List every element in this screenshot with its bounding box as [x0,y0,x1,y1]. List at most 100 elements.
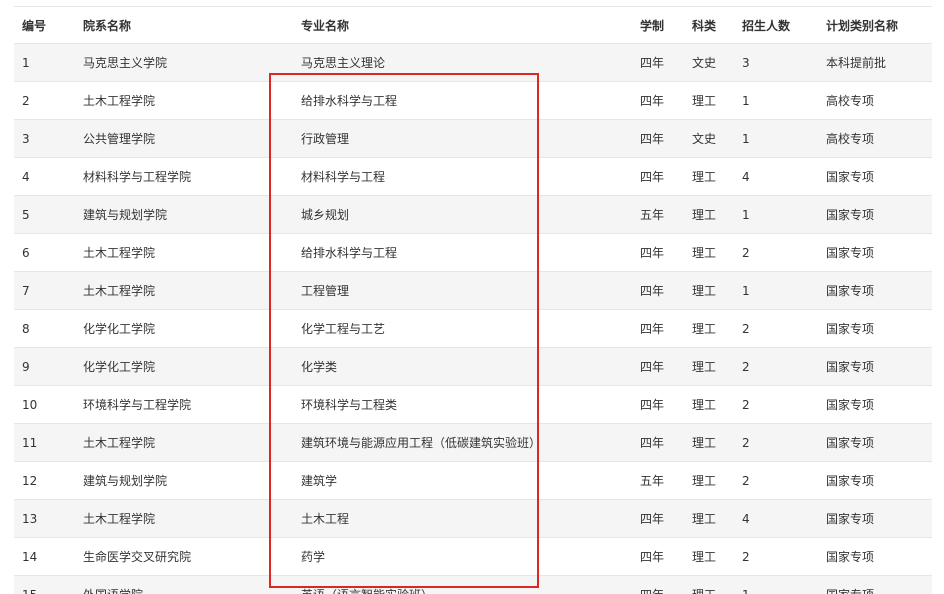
cell-enrollment: 2 [742,309,826,348]
cell-enrollment: 2 [742,461,826,500]
cell-number: 12 [14,461,83,500]
cell-number: 7 [14,271,83,310]
cell-department: 土木工程学院 [83,81,301,120]
cell-plan-type: 本科提前批 [826,43,932,82]
table-row: 7 土木工程学院 工程管理 四年 理工 1 国家专项 [14,271,932,310]
cell-duration: 四年 [640,309,692,348]
cell-department: 建筑与规划学院 [83,195,301,234]
cell-major: 城乡规划 [301,195,640,234]
cell-major: 化学类 [301,347,640,386]
cell-department: 生命医学交叉研究院 [83,537,301,576]
cell-department: 建筑与规划学院 [83,461,301,500]
cell-category: 理工 [692,537,742,576]
cell-category: 理工 [692,81,742,120]
cell-enrollment: 1 [742,195,826,234]
cell-plan-type: 国家专项 [826,233,932,272]
cell-major: 行政管理 [301,119,640,158]
cell-department: 材料科学与工程学院 [83,157,301,196]
cell-duration: 四年 [640,233,692,272]
cell-enrollment: 2 [742,385,826,424]
cell-major: 建筑环境与能源应用工程（低碳建筑实验班） [301,423,640,462]
cell-duration: 五年 [640,195,692,234]
cell-enrollment: 2 [742,233,826,272]
admissions-table: 编号 院系名称 专业名称 学制 科类 招生人数 计划类别名称 1 马克思主义学院… [14,6,932,594]
cell-number: 11 [14,423,83,462]
cell-category: 理工 [692,461,742,500]
cell-duration: 四年 [640,119,692,158]
cell-category: 理工 [692,385,742,424]
cell-major: 化学工程与工艺 [301,309,640,348]
cell-enrollment: 4 [742,157,826,196]
cell-duration: 五年 [640,461,692,500]
cell-enrollment: 4 [742,499,826,538]
table-row: 10 环境科学与工程学院 环境科学与工程类 四年 理工 2 国家专项 [14,385,932,424]
table-row: 8 化学化工学院 化学工程与工艺 四年 理工 2 国家专项 [14,309,932,348]
table-row: 14 生命医学交叉研究院 药学 四年 理工 2 国家专项 [14,537,932,576]
cell-plan-type: 国家专项 [826,537,932,576]
table-row: 5 建筑与规划学院 城乡规划 五年 理工 1 国家专项 [14,195,932,234]
cell-department: 公共管理学院 [83,119,301,158]
cell-enrollment: 2 [742,537,826,576]
cell-category: 理工 [692,309,742,348]
cell-plan-type: 国家专项 [826,499,932,538]
column-header-plan-type[interactable]: 计划类别名称 [826,6,932,44]
column-header-enrollment[interactable]: 招生人数 [742,6,826,44]
cell-number: 9 [14,347,83,386]
cell-department: 马克思主义学院 [83,43,301,82]
cell-category: 理工 [692,233,742,272]
cell-duration: 四年 [640,81,692,120]
cell-category: 理工 [692,499,742,538]
cell-department: 土木工程学院 [83,233,301,272]
cell-number: 14 [14,537,83,576]
cell-duration: 四年 [640,575,692,594]
cell-major: 给排水科学与工程 [301,233,640,272]
cell-major: 环境科学与工程类 [301,385,640,424]
column-header-duration[interactable]: 学制 [640,6,692,44]
cell-category: 理工 [692,423,742,462]
cell-duration: 四年 [640,537,692,576]
cell-number: 1 [14,43,83,82]
cell-category: 文史 [692,43,742,82]
cell-plan-type: 高校专项 [826,119,932,158]
cell-duration: 四年 [640,347,692,386]
column-header-category[interactable]: 科类 [692,6,742,44]
cell-number: 13 [14,499,83,538]
cell-department: 土木工程学院 [83,271,301,310]
table-row: 4 材料科学与工程学院 材料科学与工程 四年 理工 4 国家专项 [14,157,932,196]
table-row: 6 土木工程学院 给排水科学与工程 四年 理工 2 国家专项 [14,233,932,272]
cell-department: 土木工程学院 [83,423,301,462]
cell-duration: 四年 [640,499,692,538]
cell-category: 理工 [692,347,742,386]
cell-plan-type: 国家专项 [826,385,932,424]
cell-major: 英语（语言智能实验班） [301,575,640,594]
table-row: 2 土木工程学院 给排水科学与工程 四年 理工 1 高校专项 [14,81,932,120]
cell-enrollment: 1 [742,81,826,120]
cell-plan-type: 国家专项 [826,157,932,196]
cell-category: 理工 [692,195,742,234]
page: 编号 院系名称 专业名称 学制 科类 招生人数 计划类别名称 1 马克思主义学院… [0,0,944,594]
cell-number: 5 [14,195,83,234]
table-row: 1 马克思主义学院 马克思主义理论 四年 文史 3 本科提前批 [14,43,932,82]
column-header-major[interactable]: 专业名称 [301,6,640,44]
cell-enrollment: 1 [742,271,826,310]
cell-number: 6 [14,233,83,272]
cell-duration: 四年 [640,157,692,196]
cell-plan-type: 高校专项 [826,81,932,120]
cell-duration: 四年 [640,43,692,82]
cell-major: 马克思主义理论 [301,43,640,82]
table-row: 12 建筑与规划学院 建筑学 五年 理工 2 国家专项 [14,461,932,500]
table-row: 9 化学化工学院 化学类 四年 理工 2 国家专项 [14,347,932,386]
cell-major: 建筑学 [301,461,640,500]
cell-number: 8 [14,309,83,348]
cell-category: 文史 [692,119,742,158]
column-header-number[interactable]: 编号 [14,6,83,44]
cell-major: 土木工程 [301,499,640,538]
cell-major: 药学 [301,537,640,576]
cell-duration: 四年 [640,271,692,310]
table-row: 13 土木工程学院 土木工程 四年 理工 4 国家专项 [14,499,932,538]
cell-category: 理工 [692,157,742,196]
cell-duration: 四年 [640,423,692,462]
table-header: 编号 院系名称 专业名称 学制 科类 招生人数 计划类别名称 [14,6,932,44]
column-header-department[interactable]: 院系名称 [83,6,301,44]
cell-department: 外国语学院 [83,575,301,594]
